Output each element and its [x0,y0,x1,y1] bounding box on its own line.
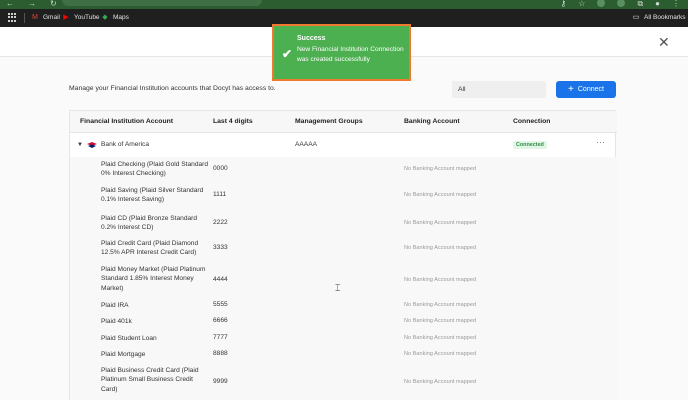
table-row: Plaid Money Market (Plaid Platinum Stand… [70,261,617,298]
address-bar[interactable] [62,0,262,6]
toolbar-icons: ⚷ ☆ ⧉ ● ⋮ [560,0,680,9]
forward-icon[interactable]: → [28,0,36,8]
check-icon: ✔ [282,47,293,61]
bookmarks-divider [24,13,25,23]
extension-icon[interactable] [597,0,606,7]
table-row: Plaid IRA 5555 No Banking Account mapped [70,298,617,314]
menu-icon[interactable]: ⋮ [672,0,680,9]
table-row: Plaid Mortgage 8888 No Banking Account m… [70,347,617,364]
table-row: Plaid Checking (Plaid Gold Standard 0% I… [70,157,617,181]
back-icon[interactable]: ← [6,0,14,8]
maps-icon: ◆ [102,14,108,21]
table-row: Plaid 401k 6666 No Banking Account mappe… [70,314,617,331]
apps-icon[interactable] [8,13,17,22]
text-cursor-icon: ⌶ [335,283,341,293]
extensions-icon[interactable]: ⧉ [637,0,643,9]
key-icon[interactable]: ⚷ [560,0,566,9]
toast-message: New Financial Institution Connection was… [297,46,404,63]
header-account: Financial Institution Account [80,118,174,125]
success-toast[interactable]: ✔ Success New Financial Institution Conn… [272,24,411,81]
more-options-icon[interactable]: ··· [596,137,605,147]
plus-icon: + [568,83,574,95]
header-banking-account: Banking Account [404,118,460,125]
header-last4: Last 4 digits [213,118,253,125]
star-icon[interactable]: ☆ [578,0,585,9]
table-row: Plaid Student Loan 7777 No Banking Accou… [70,331,617,347]
bookmark-gmail[interactable]: M Gmail [31,13,60,21]
table-row: Plaid Credit Card (Plaid Diamond 12.5% A… [70,235,617,261]
toast-title: Success [297,35,326,42]
bank-of-america-logo-icon [87,142,97,148]
close-icon[interactable]: ✕ [658,35,670,49]
accounts-table: Financial Institution Account Last 4 dig… [69,110,617,400]
table-row: Plaid CD (Plaid Bronze Standard 0.2% Int… [70,210,617,235]
header-connection: Connection [513,118,551,125]
extension-icon[interactable] [617,0,626,7]
filter-input[interactable] [452,81,546,98]
management-group: AAAAA [295,141,317,148]
reload-icon[interactable]: ↻ [50,0,57,8]
institution-name: Bank of America [101,141,150,148]
folder-icon: ▭ [632,14,640,21]
bookmark-youtube[interactable]: ▶ YouTube [62,13,99,22]
browser-toolbar: ← → ↻ ⚷ ☆ ⧉ ● ⋮ [0,0,688,9]
all-bookmarks[interactable]: ▭ All Bookmarks [632,13,686,22]
profile-icon[interactable]: ● [655,0,660,9]
nav-buttons: ← → ↻ [6,0,57,8]
intro-text: Manage your Financial Institution accoun… [69,85,276,92]
table-row: Plaid Business Credit Card (Plaid Platin… [70,364,617,400]
institution-row[interactable]: ▼ Bank of America AAAAA Connected ··· [70,134,617,157]
bookmark-maps[interactable]: ◆ Maps [101,13,129,22]
table-header: Financial Institution Account Last 4 dig… [70,111,617,133]
connect-button[interactable]: + Connect [556,81,616,98]
caret-down-icon[interactable]: ▼ [77,142,83,148]
header-management-groups: Management Groups [295,118,363,125]
page: ✕ Manage your Financial Institution acco… [0,27,688,400]
table-row: Plaid Saving (Plaid Silver Standard 0.1%… [70,181,617,210]
status-badge: Connected [513,141,547,149]
youtube-icon: ▶ [63,14,69,21]
gmail-icon: M [32,13,38,21]
